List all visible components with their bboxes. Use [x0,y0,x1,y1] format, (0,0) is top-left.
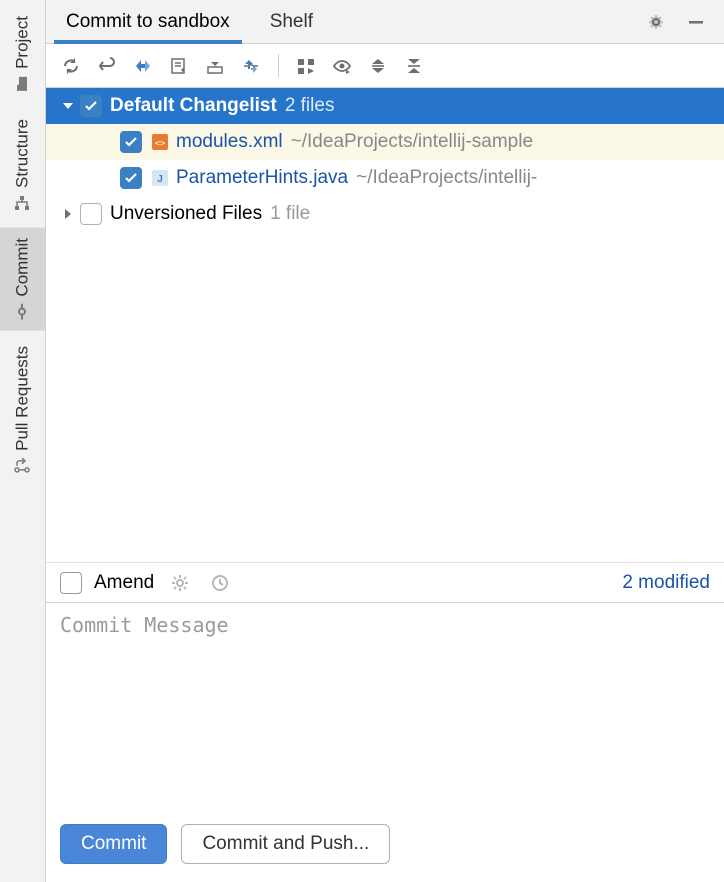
file-name: modules.xml [176,131,283,153]
history-button[interactable] [206,569,234,597]
file-row[interactable]: <> modules.xml ~/IdeaProjects/intellij-s… [46,124,724,160]
tab-commit-to-sandbox[interactable]: Commit to sandbox [46,0,250,43]
changelist-button[interactable] [164,51,194,81]
unversioned-count: 1 file [270,203,310,225]
changes-tree: Default Changelist 2 files <> modules.xm… [46,88,724,562]
diff-button[interactable] [128,51,158,81]
tool-structure[interactable]: Structure [0,109,45,222]
file-name: ParameterHints.java [176,167,348,189]
changelist-checkbox[interactable] [80,95,102,117]
commit-options-button[interactable] [166,569,194,597]
group-icon [296,56,316,76]
gear-icon [170,573,190,593]
tool-pull-requests[interactable]: Pull Requests [0,336,45,485]
button-label: Commit and Push... [202,833,369,855]
commit-icon [14,302,32,320]
minimize-button[interactable] [682,8,710,36]
shelve-button[interactable] [200,51,230,81]
changelist-name: Default Changelist [110,95,277,117]
check-icon [124,171,138,185]
file-checkbox[interactable] [120,131,142,153]
tool-commit[interactable]: Commit [0,228,45,331]
check-icon [84,99,98,113]
folder-icon [14,75,32,93]
modified-link[interactable]: 2 modified [622,572,710,594]
changelist-node[interactable]: Default Changelist 2 files [46,88,724,124]
tool-project[interactable]: Project [0,6,45,103]
toolbar-separator [278,54,279,78]
gear-icon [646,12,666,32]
commit-message-input[interactable] [60,613,710,802]
rollback-icon [97,56,117,76]
left-tool-stripe: Project Structure Commit Pull Requests [0,0,46,882]
commit-button[interactable]: Commit [60,824,167,864]
chevron-down-icon [61,99,75,113]
tab-label: Shelf [270,11,313,33]
amend-label: Amend [94,572,154,594]
settings-button[interactable] [642,8,670,36]
button-label: Commit [81,833,146,855]
svg-text:J: J [157,174,163,185]
commit-toolbar [46,44,724,88]
tool-label: Commit [13,238,33,297]
commit-message-area [46,602,724,812]
unversioned-node[interactable]: Unversioned Files 1 file [46,196,724,232]
amend-checkbox[interactable] [60,572,82,594]
tool-label: Structure [13,119,33,188]
collapse-icon [404,56,424,76]
file-checkbox[interactable] [120,167,142,189]
expand-all-button[interactable] [363,51,393,81]
chevron-right-icon [61,207,75,221]
view-button[interactable] [327,51,357,81]
check-icon [124,135,138,149]
amend-bar: Amend 2 modified [46,562,724,602]
commit-panel: Commit to sandbox Shelf [46,0,724,882]
structure-icon [14,194,32,212]
tab-shelf[interactable]: Shelf [250,0,333,43]
file-path: ~/IdeaProjects/intellij-sample [291,131,533,153]
group-button[interactable] [291,51,321,81]
changelist-count: 2 files [285,95,335,117]
refresh-button[interactable] [56,51,86,81]
unversioned-label: Unversioned Files [110,203,262,225]
tool-label: Pull Requests [13,346,33,451]
commit-buttons: Commit Commit and Push... [46,812,724,882]
commit-and-push-button[interactable]: Commit and Push... [181,824,390,864]
history-icon [210,573,230,593]
pull-request-icon [14,457,32,475]
file-path: ~/IdeaProjects/intellij- [356,167,537,189]
tool-label: Project [13,16,33,69]
unversioned-checkbox[interactable] [80,203,102,225]
unshelve-button[interactable] [236,51,266,81]
tab-label: Commit to sandbox [66,11,230,33]
expand-icon [368,56,388,76]
diff-icon [133,56,153,76]
refresh-icon [61,56,81,76]
tabs-bar: Commit to sandbox Shelf [46,0,724,44]
rollback-button[interactable] [92,51,122,81]
java-file-icon: J [150,168,170,188]
xml-file-icon: <> [150,132,170,152]
changelist-icon [169,56,189,76]
expand-arrow[interactable] [58,96,78,116]
collapse-all-button[interactable] [399,51,429,81]
shelve-icon [205,56,225,76]
minimize-icon [686,12,706,32]
eye-icon [332,56,352,76]
expand-arrow[interactable] [58,204,78,224]
file-row[interactable]: J ParameterHints.java ~/IdeaProjects/int… [46,160,724,196]
svg-text:<>: <> [155,139,166,149]
unshelve-icon [241,56,261,76]
